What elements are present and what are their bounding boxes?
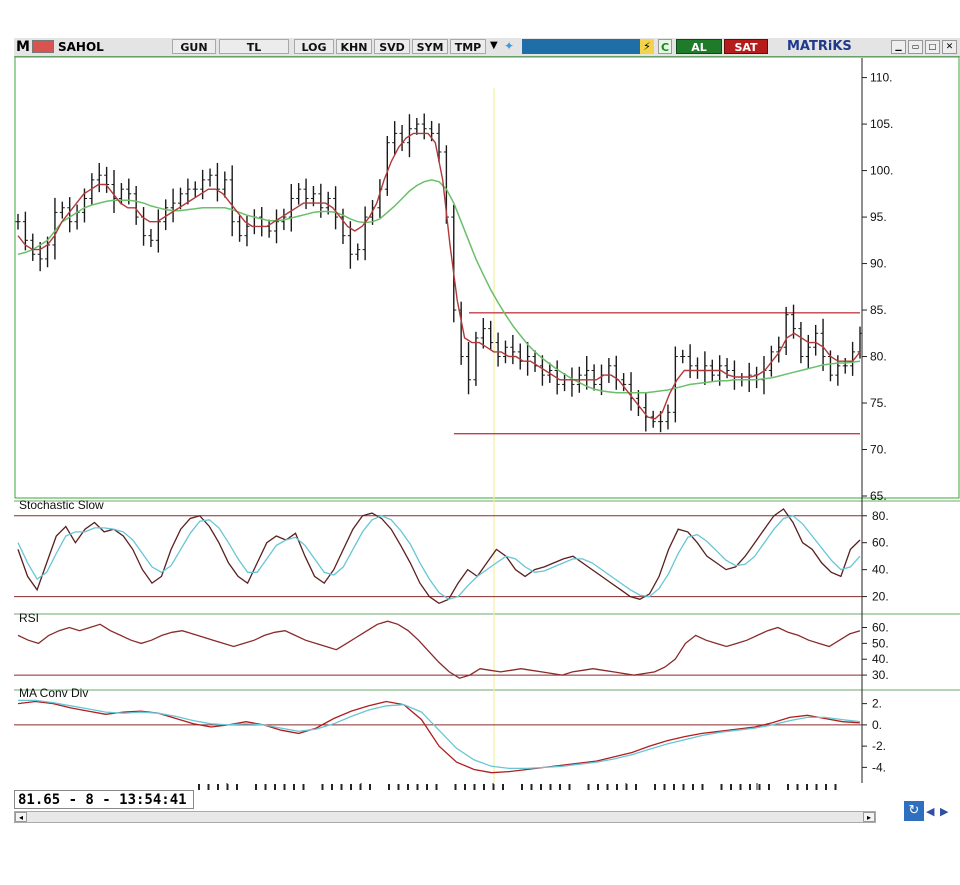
y-tick-label: 40.	[872, 563, 889, 577]
y-tick-label: -2.	[872, 739, 886, 753]
slow-ma-line	[17, 179, 861, 394]
nav-right-icon[interactable]: ▶	[940, 805, 948, 818]
scroll-right-icon[interactable]: ▸	[863, 812, 875, 822]
indicator-line	[17, 515, 861, 601]
navigation-controls: ↻ ◀ ▶	[904, 801, 960, 823]
y-tick-label: 50.	[872, 636, 889, 650]
y-tick-label: 75.	[870, 396, 887, 410]
y-tick-label: 100.	[870, 164, 893, 178]
nav-left-icon[interactable]: ◀	[926, 805, 934, 818]
price-pane-frame	[14, 56, 960, 499]
indicator-line	[17, 620, 861, 679]
scroll-left-icon[interactable]: ◂	[15, 812, 27, 822]
rsi-title: RSI	[19, 611, 39, 625]
sync-icon[interactable]: ↻	[904, 801, 924, 821]
y-tick-label: 70.	[870, 443, 887, 457]
status-readout: 81.65 - 8 - 13:54:41	[14, 790, 194, 809]
y-tick-label: 2.	[872, 697, 882, 711]
y-tick-label: 30.	[872, 668, 889, 682]
indicator-line	[18, 699, 861, 770]
y-tick-label: 60.	[872, 621, 889, 635]
y-tick-label: 95.	[870, 210, 887, 224]
chart-canvas: 65. 70. 75. 80. 85. 90. 95. 100. 105. 110. Stochas…	[14, 56, 960, 790]
y-tick-label: 85.	[870, 303, 887, 317]
y-tick-label: 80.	[870, 350, 887, 364]
y-tick-label: 20.	[872, 590, 889, 604]
fast-ma-line	[17, 132, 861, 420]
y-tick-label: 110.	[870, 71, 892, 85]
horizontal-scrollbar[interactable]: ◂ ▸	[14, 811, 876, 823]
macd-title: MA Conv Div	[19, 686, 88, 700]
y-tick-label: 60.	[872, 536, 889, 550]
y-tick-label: -4.	[872, 760, 886, 774]
y-tick-label: 0.	[872, 718, 882, 732]
y-tick-label: 40.	[872, 652, 889, 666]
chart-window: M SAHOL GUN TL LOG KHN SVD SYM TMP ▼ ✦ ⚡…	[14, 38, 960, 828]
y-tick-label: 65.	[870, 489, 887, 503]
y-tick-label: 90.	[870, 257, 887, 271]
y-tick-label: 105.	[870, 117, 893, 131]
y-tick-label: 80.	[872, 509, 889, 523]
stochastic-title: Stochastic Slow	[19, 498, 104, 512]
